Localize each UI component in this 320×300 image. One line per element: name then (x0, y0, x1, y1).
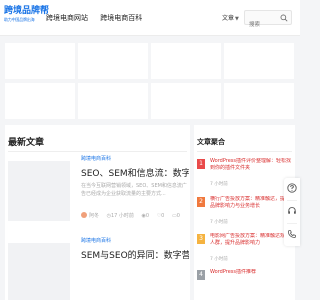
article-card: 跨境电商百科 SEM与SEO的异同：数字营销的两大支柱 (5, 235, 190, 300)
banner-tile[interactable] (5, 83, 75, 119)
banner-tile[interactable] (151, 83, 221, 119)
main-nav: 跨境电商网站 跨境电商百科 (46, 13, 152, 23)
sidebar-item-time: 7 小时前 (210, 220, 228, 225)
article-title[interactable]: SEM与SEO的异同：数字营销的两大支柱 (81, 248, 189, 261)
phone-button[interactable] (284, 224, 300, 246)
article-thumbnail[interactable] (8, 243, 70, 300)
search-category-select[interactable]: 文章▼ (222, 13, 239, 22)
search-icon[interactable] (280, 14, 288, 22)
sidebar-item-title[interactable]: WordPress插件评价整理解：轻松找到你的插件文件夹 (210, 158, 294, 173)
nav-item-cross-border-wiki[interactable]: 跨境电商百科 (100, 14, 142, 22)
rank-badge: 3 (197, 234, 205, 244)
help-button[interactable] (284, 178, 300, 200)
section-title: 最新文章 (8, 138, 45, 148)
rank-badge: 4 (197, 270, 205, 280)
sidebar-item[interactable]: 2 横行广告投放方案：精准触达，提升品牌影响力与业务增长 7 小时前 (197, 196, 293, 232)
article-category[interactable]: 跨境电商百科 (81, 155, 111, 162)
search-box (244, 10, 292, 32)
divider (197, 151, 292, 152)
search-input[interactable] (245, 18, 279, 32)
banner-tile[interactable] (78, 43, 148, 79)
banner-tile[interactable] (78, 83, 148, 119)
banner-tile[interactable] (5, 43, 75, 79)
article-views: 0 (145, 213, 150, 219)
article-thumbnail[interactable] (8, 161, 70, 221)
sidebar-title: 文章聚合 (197, 138, 225, 146)
banner-tile[interactable] (224, 83, 294, 119)
customer-service-button[interactable] (284, 201, 300, 223)
comment-icon[interactable]: ▭ (172, 213, 177, 219)
phone-icon (287, 230, 296, 239)
search-area: 文章▼ (218, 10, 292, 32)
author-avatar[interactable] (81, 212, 87, 218)
site-logo[interactable]: 跨境品牌帮 助力中国品牌出海 (4, 6, 50, 30)
sidebar-item[interactable]: 4 WordPress插件推荐 (197, 269, 293, 300)
article-excerpt: 在当今互联网营销领域，SEO、SEM和信息流广告已经成为企业获取流量的主要方式.… (81, 183, 187, 197)
sidebar-item[interactable]: 3 电影网广告投放方案：精准触达观影人群，提升品牌影响力 7 小时前 (197, 233, 293, 269)
sidebar-aggregation: 文章聚合 1 WordPress插件评价整理解：轻松找到你的插件文件夹 7 小时… (194, 125, 295, 300)
sidebar-item-title[interactable]: WordPress插件推荐 (210, 269, 294, 284)
banner-tiles (5, 43, 295, 119)
article-category[interactable]: 跨境电商百科 (81, 237, 111, 244)
article-time: 17 小时前 (110, 213, 134, 219)
headset-icon (288, 207, 296, 214)
floating-toolbar (284, 178, 300, 246)
rank-badge: 2 (197, 197, 205, 207)
article-author[interactable]: 阿冬 (89, 213, 99, 219)
chevron-down-icon: ▼ (235, 16, 239, 22)
article-comments: 0 (176, 213, 180, 219)
banner-tile[interactable] (151, 43, 221, 79)
rank-badge: 1 (197, 159, 205, 169)
help-icon (287, 183, 297, 193)
search-category-label: 文章 (222, 15, 235, 22)
sidebar-item-title[interactable]: 电影网广告投放方案：精准触达观影人群，提升品牌影响力 (210, 233, 294, 248)
banner-tile[interactable] (224, 43, 294, 79)
article-meta: 阿冬 ◷17 小时前 ◉0 ♡0 ▭0 (81, 212, 189, 220)
sidebar-item[interactable]: 1 WordPress插件评价整理解：轻松找到你的插件文件夹 7 小时前 (197, 158, 293, 194)
nav-item-cross-border-sites[interactable]: 跨境电商网站 (46, 14, 88, 22)
sidebar-item-time: 7 小时前 (210, 182, 228, 187)
article-card: 跨境电商百科 SEO、SEM和信息流：数字营销的三大利器 在当今互联网营销领域，… (5, 153, 190, 229)
sidebar-item-time: 7 小时前 (210, 257, 228, 262)
sidebar-item-title[interactable]: 横行广告投放方案：精准触达，提升品牌影响力与业务增长 (210, 196, 294, 211)
top-navbar: 跨境品牌帮 助力中国品牌出海 跨境电商网站 跨境电商百科 文章▼ (0, 0, 300, 36)
article-title[interactable]: SEO、SEM和信息流：数字营销的三大利器 (81, 166, 189, 179)
logo-name: 跨境品牌帮 (4, 6, 50, 16)
article-likes: 0 (161, 213, 165, 219)
divider (8, 151, 187, 152)
latest-articles: 最新文章 跨境电商百科 SEO、SEM和信息流：数字营销的三大利器 在当今互联网… (5, 125, 190, 300)
logo-slogan: 助力中国品牌出海 (4, 17, 35, 22)
